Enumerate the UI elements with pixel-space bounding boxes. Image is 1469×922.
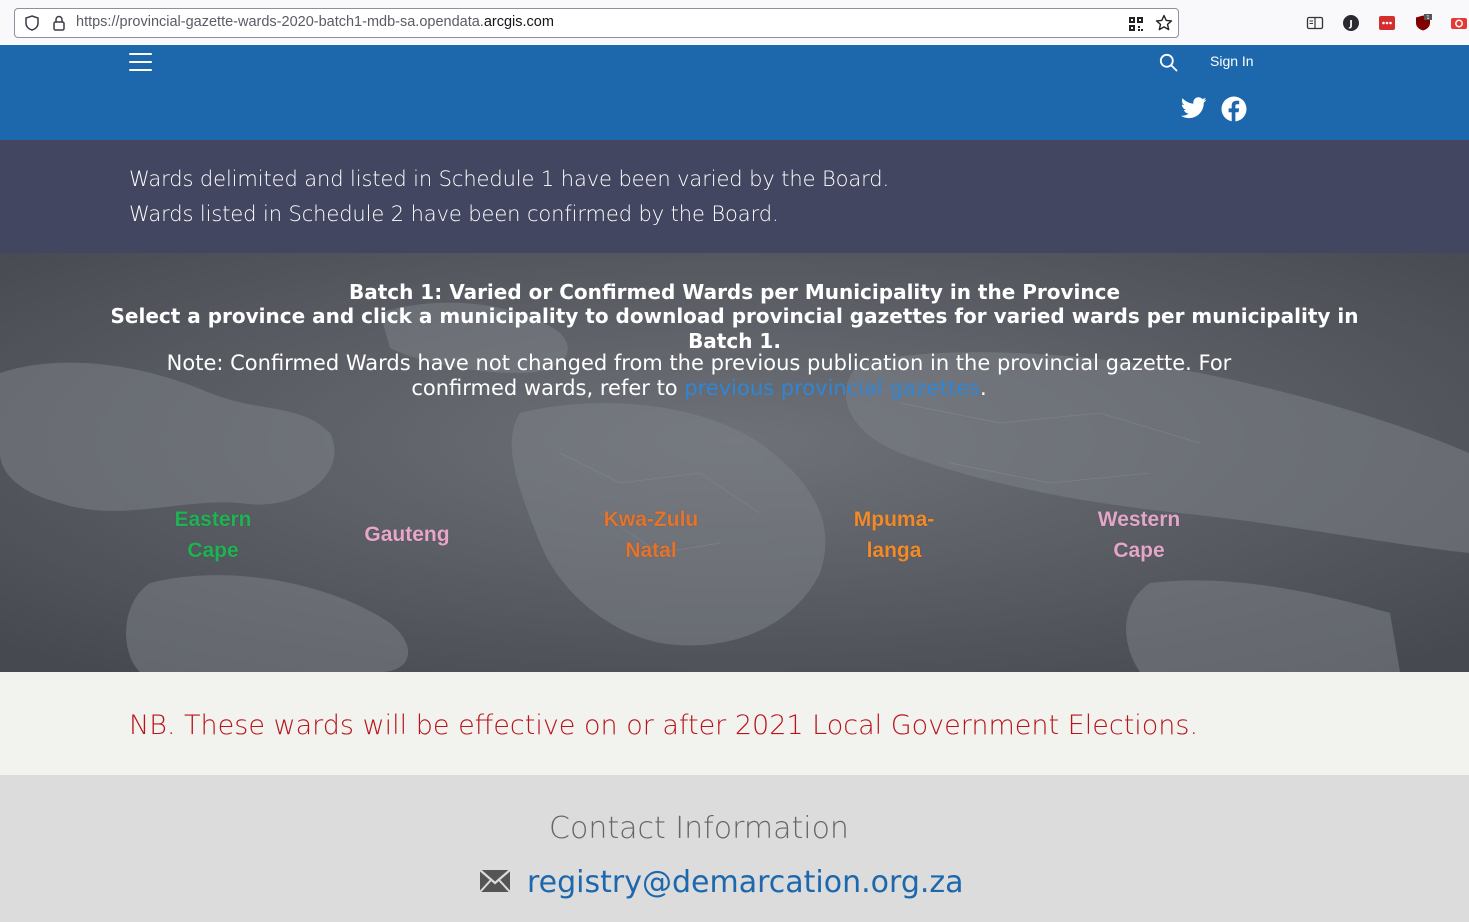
ublock-icon[interactable]: 1	[1414, 14, 1432, 32]
province-label: Cape	[187, 539, 239, 562]
province-label: Kwa-Zulu	[603, 508, 699, 531]
confirmed-wards-note: Note: Confirmed Wards have not changed f…	[120, 351, 1278, 401]
previous-gazettes-link[interactable]: previous provincial gazettes	[684, 376, 980, 400]
svg-text:1: 1	[1426, 15, 1429, 21]
elections-notice-band: NB. These wards will be effective on or …	[0, 672, 1469, 775]
province-kwazulu-natal[interactable]: Kwa-Zulu Natal	[586, 504, 716, 566]
url-text[interactable]: https://provincial-gazette-wards-2020-ba…	[76, 14, 554, 30]
qr-code-icon[interactable]	[1128, 16, 1144, 32]
browser-toolbar: https://provincial-gazette-wards-2020-ba…	[0, 0, 1469, 46]
shield-icon[interactable]	[24, 15, 40, 31]
province-label: langa	[866, 539, 922, 562]
contact-email-link[interactable]: registry@demarcation.org.za	[527, 865, 964, 900]
province-label: Mpuma-	[853, 508, 935, 531]
svg-text:J: J	[1348, 20, 1352, 30]
reader-view-icon[interactable]	[1306, 14, 1324, 32]
province-western-cape[interactable]: Western Cape	[1079, 504, 1199, 566]
envelope-icon	[479, 869, 511, 893]
lock-icon[interactable]	[52, 14, 66, 32]
contact-section: Contact Information registry@demarcation…	[0, 775, 1469, 922]
site-header: Sign In	[0, 45, 1469, 140]
twitter-icon[interactable]	[1181, 97, 1207, 119]
schedule-1-text: Wards delimited and listed in Schedule 1…	[129, 167, 890, 191]
province-gauteng[interactable]: Gauteng	[347, 519, 467, 550]
account-avatar-icon[interactable]: J	[1342, 14, 1360, 32]
search-icon[interactable]	[1159, 53, 1178, 72]
province-label: Eastern	[174, 508, 252, 531]
province-map-section: Batch 1: Varied or Confirmed Wards per M…	[0, 253, 1469, 672]
province-mpumalanga[interactable]: Mpuma- langa	[834, 504, 954, 566]
facebook-icon[interactable]	[1221, 96, 1247, 122]
schedule-2-text: Wards listed in Schedule 2 have been con…	[129, 202, 779, 226]
province-eastern-cape[interactable]: Eastern Cape	[153, 504, 273, 566]
address-bar[interactable]: https://provincial-gazette-wards-2020-ba…	[14, 8, 1179, 38]
bookmark-star-icon[interactable]	[1155, 14, 1173, 32]
note-suffix: .	[979, 376, 987, 400]
province-label: Western	[1097, 508, 1181, 531]
schedule-info-band: Wards delimited and listed in Schedule 1…	[0, 140, 1469, 253]
url-prefix: https://provincial-gazette-wards-2020-ba…	[76, 14, 484, 30]
sign-in-link[interactable]: Sign In	[1210, 53, 1254, 69]
province-label: Gauteng	[364, 523, 450, 546]
password-manager-icon[interactable]	[1378, 14, 1396, 32]
menu-icon[interactable]	[129, 53, 152, 73]
province-label: Natal	[625, 539, 677, 562]
batch-instruction-end: Batch 1.	[688, 329, 781, 353]
screenshot-icon[interactable]	[1450, 14, 1468, 32]
batch-instruction: Select a province and click a municipali…	[110, 304, 1359, 328]
contact-title: Contact Information	[549, 811, 849, 846]
elections-notice: NB. These wards will be effective on or …	[129, 710, 1199, 741]
url-domain: arcgis.com	[483, 14, 554, 30]
province-label: Cape	[1113, 539, 1165, 562]
batch-title: Batch 1: Varied or Confirmed Wards per M…	[348, 280, 1121, 304]
